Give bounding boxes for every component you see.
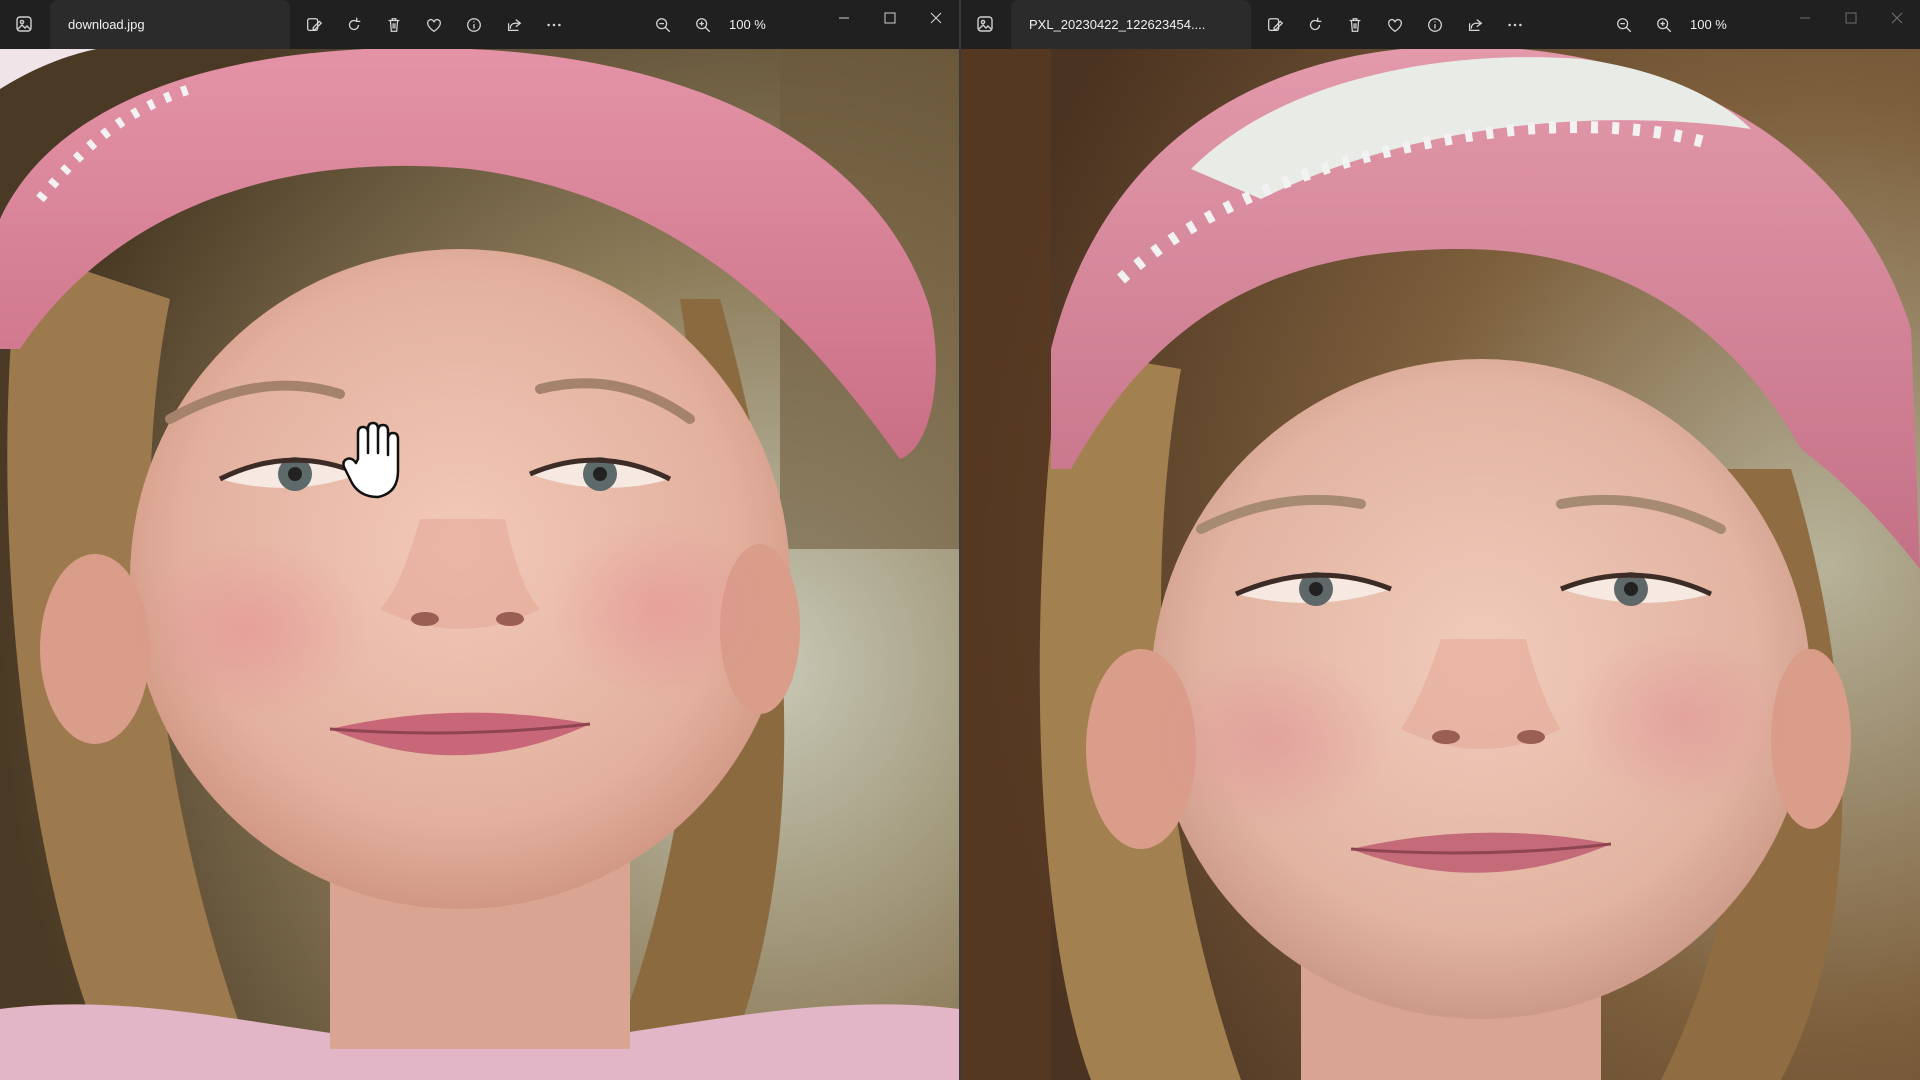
- girl-portrait-image: [0, 49, 959, 1080]
- right-photo-window: PXL_20230422_122623454.... 100 %: [961, 0, 1920, 1080]
- left-photo[interactable]: [0, 49, 959, 1080]
- zoom-level-label: 100 %: [1690, 17, 1727, 32]
- photos-app-icon: [14, 14, 34, 34]
- maximize-button[interactable]: [1831, 4, 1871, 32]
- hand-cursor-icon: [342, 421, 400, 499]
- close-button[interactable]: [1877, 4, 1917, 32]
- close-button[interactable]: [916, 4, 956, 32]
- right-file-tab[interactable]: PXL_20230422_122623454....: [1011, 0, 1251, 49]
- right-photo[interactable]: [961, 49, 1920, 1080]
- share-icon[interactable]: [1462, 12, 1488, 38]
- minimize-button[interactable]: [824, 4, 864, 32]
- zoom-level-label: 100 %: [729, 17, 766, 32]
- girl-portrait-image: [961, 49, 1920, 1080]
- zoom-out-icon[interactable]: [650, 12, 676, 38]
- more-icon[interactable]: [1502, 12, 1528, 38]
- zoom-out-icon[interactable]: [1611, 12, 1637, 38]
- right-tab-title: PXL_20230422_122623454....: [1029, 17, 1206, 32]
- left-photo-window: download.jpg 100 %: [0, 0, 959, 1080]
- favorite-icon[interactable]: [1382, 12, 1408, 38]
- info-icon[interactable]: [461, 12, 487, 38]
- delete-icon[interactable]: [381, 12, 407, 38]
- edit-image-icon[interactable]: [1262, 12, 1288, 38]
- info-icon[interactable]: [1422, 12, 1448, 38]
- left-tab-title: download.jpg: [68, 17, 145, 32]
- minimize-button[interactable]: [1785, 4, 1825, 32]
- rotate-icon[interactable]: [341, 12, 367, 38]
- left-file-tab[interactable]: download.jpg: [50, 0, 290, 49]
- rotate-icon[interactable]: [1302, 12, 1328, 38]
- favorite-icon[interactable]: [421, 12, 447, 38]
- zoom-in-icon[interactable]: [1651, 12, 1677, 38]
- maximize-button[interactable]: [870, 4, 910, 32]
- edit-image-icon[interactable]: [301, 12, 327, 38]
- delete-icon[interactable]: [1342, 12, 1368, 38]
- left-titlebar: download.jpg 100 %: [0, 0, 959, 49]
- photos-app-icon: [975, 14, 995, 34]
- more-icon[interactable]: [541, 12, 567, 38]
- zoom-in-icon[interactable]: [690, 12, 716, 38]
- share-icon[interactable]: [501, 12, 527, 38]
- right-titlebar: PXL_20230422_122623454.... 100 %: [961, 0, 1920, 49]
